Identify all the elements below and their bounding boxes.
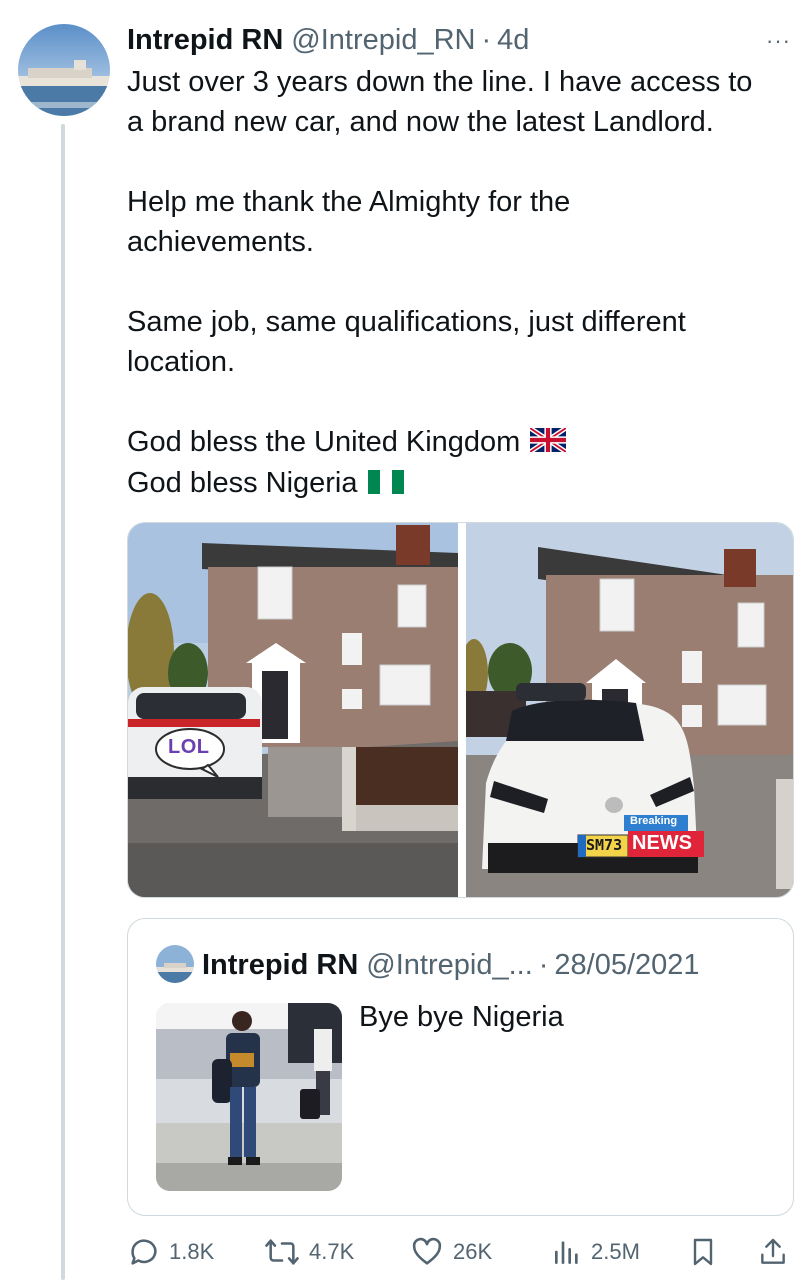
license-plate-text: SM73: [586, 836, 623, 854]
bookmark-button[interactable]: [687, 1232, 727, 1272]
tweet-actions: 1.8K 4.7K 26K 2.5M: [127, 1232, 797, 1272]
quoted-tweet-text: Bye bye Nigeria: [359, 1001, 564, 1033]
reply-button[interactable]: 1.8K: [127, 1232, 214, 1272]
reply-count: 1.8K: [169, 1239, 215, 1264]
breaking-label: Breaking: [630, 815, 678, 827]
text-line: achievements.: [127, 226, 314, 258]
house-photo-left[interactable]: LOL: [128, 523, 458, 897]
text-line: Just over 3 years down the line. I have …: [127, 66, 753, 98]
tweet-media[interactable]: LOL SM73 Breaking NEWS: [127, 522, 794, 898]
quoted-author-avatar[interactable]: [156, 945, 194, 983]
uk-flag-icon: [529, 423, 568, 463]
tweet-header: Intrepid RN @Intrepid_RN · 4d ···: [127, 20, 797, 60]
quoted-tweet-header: Intrepid RN @Intrepid_... · 28/05/2021: [202, 945, 700, 985]
nigeria-flag-icon: [367, 465, 404, 505]
text-line: Help me thank the Almighty for the: [127, 186, 571, 218]
share-icon: [761, 1238, 785, 1264]
thread-line: [61, 124, 65, 1280]
quoted-tweet-photo[interactable]: [156, 1003, 342, 1191]
text-line: Same job, same qualifications, just diff…: [127, 306, 686, 338]
news-label: NEWS: [632, 832, 692, 854]
views-icon: [555, 1241, 578, 1264]
author-handle[interactable]: @Intrepid_RN: [291, 24, 475, 57]
text-line-uk: God bless the United Kingdom: [127, 422, 802, 463]
quoted-author-name[interactable]: Intrepid RN: [202, 949, 358, 982]
like-button[interactable]: 26K: [409, 1232, 492, 1272]
reply-icon: [131, 1239, 157, 1265]
repost-icon: [265, 1239, 299, 1265]
more-options-icon[interactable]: ···: [766, 28, 791, 54]
text-line-ng: God bless Nigeria: [127, 463, 802, 504]
like-count: 26K: [453, 1239, 493, 1264]
views-button[interactable]: 2.5M: [551, 1232, 640, 1272]
repost-button[interactable]: 4.7K: [263, 1232, 354, 1272]
separator-dot: ·: [538, 948, 549, 981]
views-count: 2.5M: [591, 1239, 640, 1264]
repost-count: 4.7K: [309, 1239, 355, 1264]
tweet-time[interactable]: 4d: [497, 24, 529, 57]
author-avatar[interactable]: [18, 24, 110, 116]
car-photo-right[interactable]: SM73 Breaking NEWS: [466, 523, 793, 897]
bookmark-icon: [693, 1238, 713, 1266]
tweet-text: Just over 3 years down the line. I have …: [127, 62, 802, 505]
quoted-tweet-date[interactable]: 28/05/2021: [554, 949, 699, 982]
share-button[interactable]: [757, 1232, 797, 1272]
quoted-tweet[interactable]: Intrepid RN @Intrepid_... · 28/05/2021 B…: [127, 918, 794, 1216]
text-line: God bless Nigeria: [127, 467, 358, 500]
lol-sticker-text: LOL: [168, 736, 210, 758]
quoted-author-handle[interactable]: @Intrepid_...: [366, 949, 532, 982]
author-name[interactable]: Intrepid RN: [127, 24, 283, 57]
text-line: location.: [127, 346, 236, 378]
text-line: a brand new car, and now the latest Land…: [127, 106, 714, 138]
heart-icon: [412, 1237, 442, 1265]
separator-dot: ·: [481, 23, 492, 56]
text-line: God bless the United Kingdom: [127, 426, 521, 458]
